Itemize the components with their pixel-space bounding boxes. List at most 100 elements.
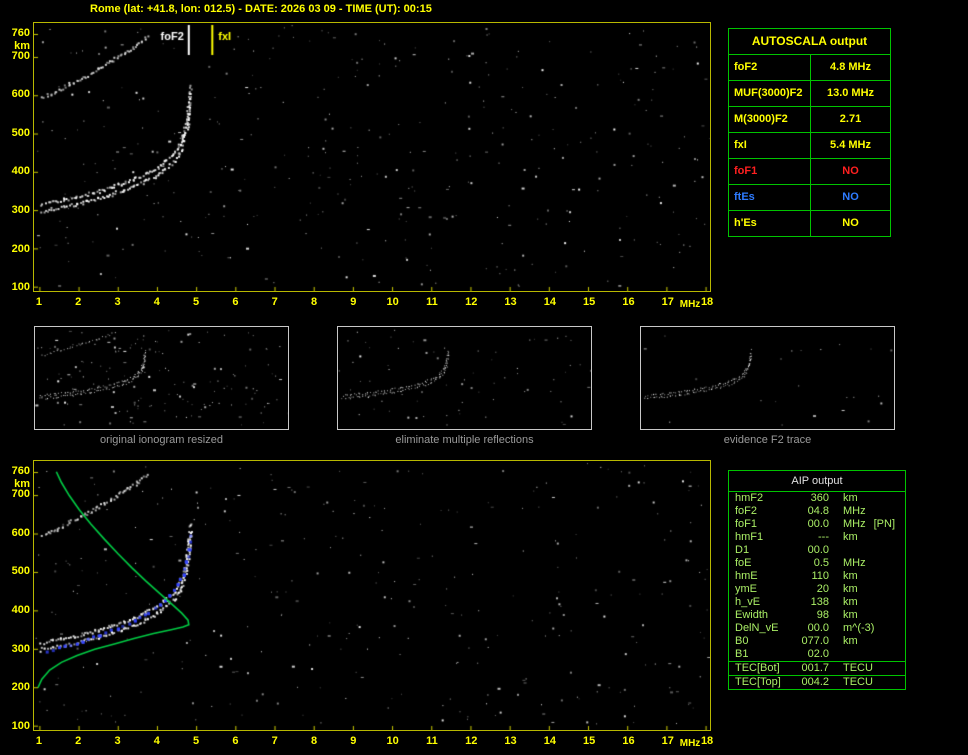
x-tick-label: 16 xyxy=(622,735,635,747)
x-tick-label: 3 xyxy=(114,735,121,747)
thumbnail-caption-evidence: evidence F2 trace xyxy=(723,434,812,446)
ionogram-canvas-profile xyxy=(34,461,710,730)
y-tick-label: 200 xyxy=(11,242,30,255)
x-tick-label: 15 xyxy=(583,735,596,747)
autoscala-window: Rome (lat: +41.8, lon: 012.5) - DATE: 20… xyxy=(0,0,968,755)
x-tick-label: 13 xyxy=(504,735,517,747)
autoscala-row-label: M(3000)F2 xyxy=(729,107,811,132)
autoscala-table-rows: foF2 4.8 MHz MUF(3000)F2 13.0 MHz M(3000)F2 2… xyxy=(729,55,890,236)
aip-row: foF2 04.8 MHz xyxy=(729,505,905,518)
y-tick-label: 500 xyxy=(11,565,30,578)
x-tick-label: 15 xyxy=(583,296,596,308)
x-tick-label: 6 xyxy=(232,296,239,308)
aip-row-unit: km xyxy=(843,570,858,582)
aip-row: B1 02.0 xyxy=(729,648,905,661)
x-axis-unit: MHz xyxy=(679,738,701,749)
aip-row-unit: km xyxy=(843,583,858,595)
x-tick-label: 9 xyxy=(350,735,357,747)
x-tick-label: 10 xyxy=(386,735,399,747)
autoscala-row-label: fxI xyxy=(729,133,811,158)
y-tick-label: 600 xyxy=(11,88,30,101)
aip-row: hmF2 360 km xyxy=(729,492,905,505)
aip-row-unit: km xyxy=(843,609,858,621)
aip-row: DelN_vE 00.0 m^(-3) xyxy=(729,622,905,635)
autoscala-row: fxI 5.4 MHz xyxy=(729,133,890,159)
aip-row-unit: MHz xyxy=(843,505,866,517)
aip-row-label: foF1 xyxy=(735,518,758,530)
x-tick-label: 4 xyxy=(153,735,160,747)
x-tick-label: 10 xyxy=(386,296,399,308)
aip-row: ymE 20 km xyxy=(729,583,905,596)
page-title: Rome (lat: +41.8, lon: 012.5) - DATE: 20… xyxy=(90,3,432,15)
aip-row-value: 077.0 xyxy=(801,635,829,647)
thumbnail-canvas-eliminate xyxy=(338,327,591,429)
autoscala-row-label: MUF(3000)F2 xyxy=(729,81,811,106)
aip-row-unit: km xyxy=(843,492,858,504)
aip-row-label: D1 xyxy=(735,544,750,556)
x-tick-label: 1 xyxy=(35,296,42,308)
aip-row-label: Ewidth xyxy=(735,609,769,621)
autoscala-row-label: foF1 xyxy=(729,159,811,184)
x-tick-label: 17 xyxy=(661,735,674,747)
x-tick-label: 4 xyxy=(153,296,160,308)
x-tick-label: 1 xyxy=(35,735,42,747)
aip-row-label: TEC[Top] xyxy=(735,676,781,688)
aip-row: TEC[Top] 004.2 TECU xyxy=(729,675,905,689)
aip-row-label: hmF2 xyxy=(735,492,764,504)
aip-row-label: TEC[Bot] xyxy=(735,662,780,674)
aip-row-label: foF2 xyxy=(735,505,758,517)
aip-row: hmF1 --- km xyxy=(729,531,905,544)
thumbnail-eliminate-reflections xyxy=(337,326,592,430)
aip-table-rows: hmF2 360 km foF2 04.8 MHz foF1 00.0 MHz [PN] hmF1 -… xyxy=(729,492,905,689)
aip-row-label: hmE xyxy=(735,570,758,582)
y-tick-label: 100 xyxy=(11,720,30,733)
x-tick-label: 8 xyxy=(310,296,318,308)
aip-row-value: 00.0 xyxy=(807,544,829,556)
autoscala-row: foF1 NO xyxy=(729,159,890,185)
autoscala-row-value: NO xyxy=(842,165,859,177)
autoscala-table-title: AUTOSCALA output xyxy=(729,29,890,55)
aip-row: B0 077.0 km xyxy=(729,635,905,648)
thumbnail-caption-eliminate: eliminate multiple reflections xyxy=(395,434,534,446)
x-tick-label: 16 xyxy=(622,296,635,308)
y-tick-label: 700 xyxy=(11,49,30,62)
thumbnail-caption-original: original ionogram resized xyxy=(100,434,223,446)
aip-row: TEC[Bot] 001.7 TECU xyxy=(729,661,905,675)
x-tick-label: 17 xyxy=(661,296,674,308)
autoscala-row-value: NO xyxy=(842,217,859,229)
y-tick-label: 300 xyxy=(11,204,30,216)
x-tick-label: 7 xyxy=(271,735,278,747)
aip-row-value: 00.0 xyxy=(807,518,829,530)
x-tick-label: 2 xyxy=(75,735,82,747)
aip-row-unit: TECU xyxy=(843,662,873,674)
aip-row: foF1 00.0 MHz [PN] xyxy=(729,518,905,531)
aip-row-label: hmF1 xyxy=(735,531,764,543)
autoscala-row: ftEs NO xyxy=(729,185,890,211)
autoscala-row-value: 5.4 MHz xyxy=(830,139,871,151)
autoscala-row-value: 4.8 MHz xyxy=(830,61,871,73)
autoscala-row-label: foF2 xyxy=(729,55,811,80)
thumbnail-original-ionogram xyxy=(34,326,289,430)
autoscala-row: M(3000)F2 2.71 xyxy=(729,107,890,133)
aip-row: Ewidth 98 km xyxy=(729,609,905,622)
aip-row-label: DelN_vE xyxy=(735,622,779,634)
x-tick-label: 14 xyxy=(543,735,556,747)
aip-row: D1 00.0 xyxy=(729,544,905,557)
x-tick-label: 5 xyxy=(193,296,200,308)
aip-row-value: 02.0 xyxy=(807,648,829,660)
x-tick-label: 3 xyxy=(114,296,121,308)
aip-table-title: AIP output xyxy=(729,471,905,492)
y-tick-label: 700 xyxy=(11,487,30,500)
aip-row-value: 98 xyxy=(816,609,829,621)
autoscala-row: foF2 4.8 MHz xyxy=(729,55,890,81)
autoscala-row-label: h'Es xyxy=(729,211,811,236)
aip-row-value: 001.7 xyxy=(801,662,829,674)
autoscala-row-value: NO xyxy=(842,191,859,203)
autoscala-row-value: 2.71 xyxy=(839,113,862,125)
y-tick-label: 200 xyxy=(11,681,30,694)
autoscala-row: h'Es NO xyxy=(729,211,890,236)
aip-row-value: 138 xyxy=(810,596,829,608)
thumbnail-canvas-original xyxy=(35,327,288,429)
aip-row-unit: MHz xyxy=(843,557,866,569)
x-tick-label: 13 xyxy=(504,296,517,308)
